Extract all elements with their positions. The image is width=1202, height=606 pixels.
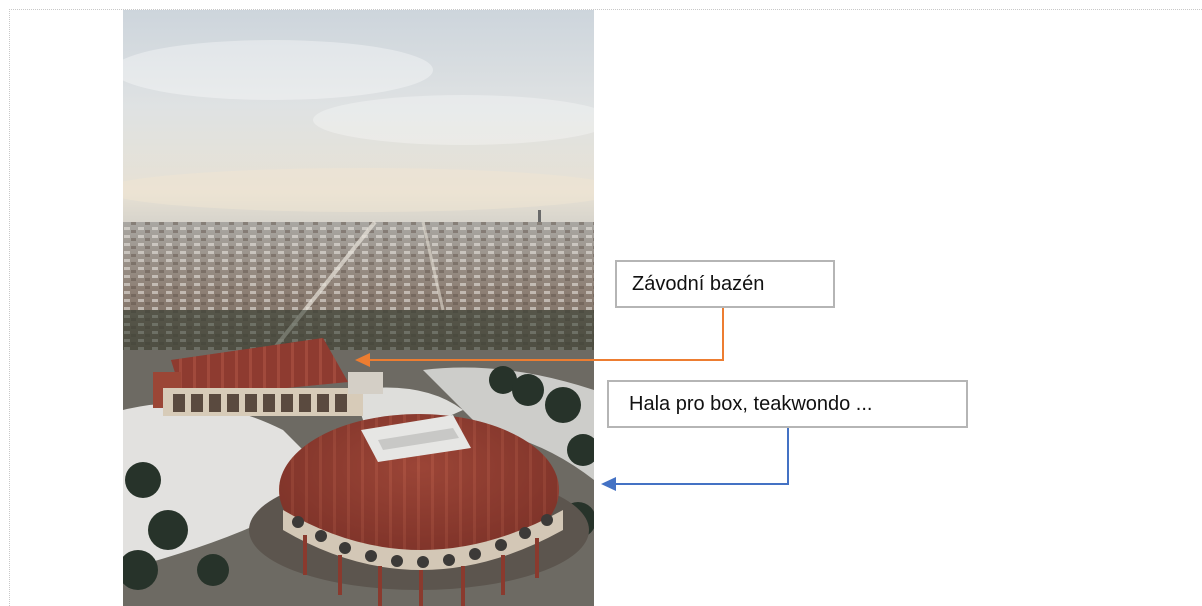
hall-pointer-arrow bbox=[601, 427, 789, 491]
pool-callout-label: Závodní bazén bbox=[615, 260, 835, 308]
aerial-photo bbox=[123, 10, 594, 606]
hall-callout-label: Hala pro box, teakwondo ... bbox=[607, 380, 968, 428]
hall-callout-text: Hala pro box, teakwondo ... bbox=[629, 392, 873, 415]
page: Závodní bazén Hala pro box, teakwondo ..… bbox=[0, 0, 1202, 606]
pool-callout-text: Závodní bazén bbox=[632, 272, 765, 295]
page-guide-left bbox=[9, 9, 10, 606]
